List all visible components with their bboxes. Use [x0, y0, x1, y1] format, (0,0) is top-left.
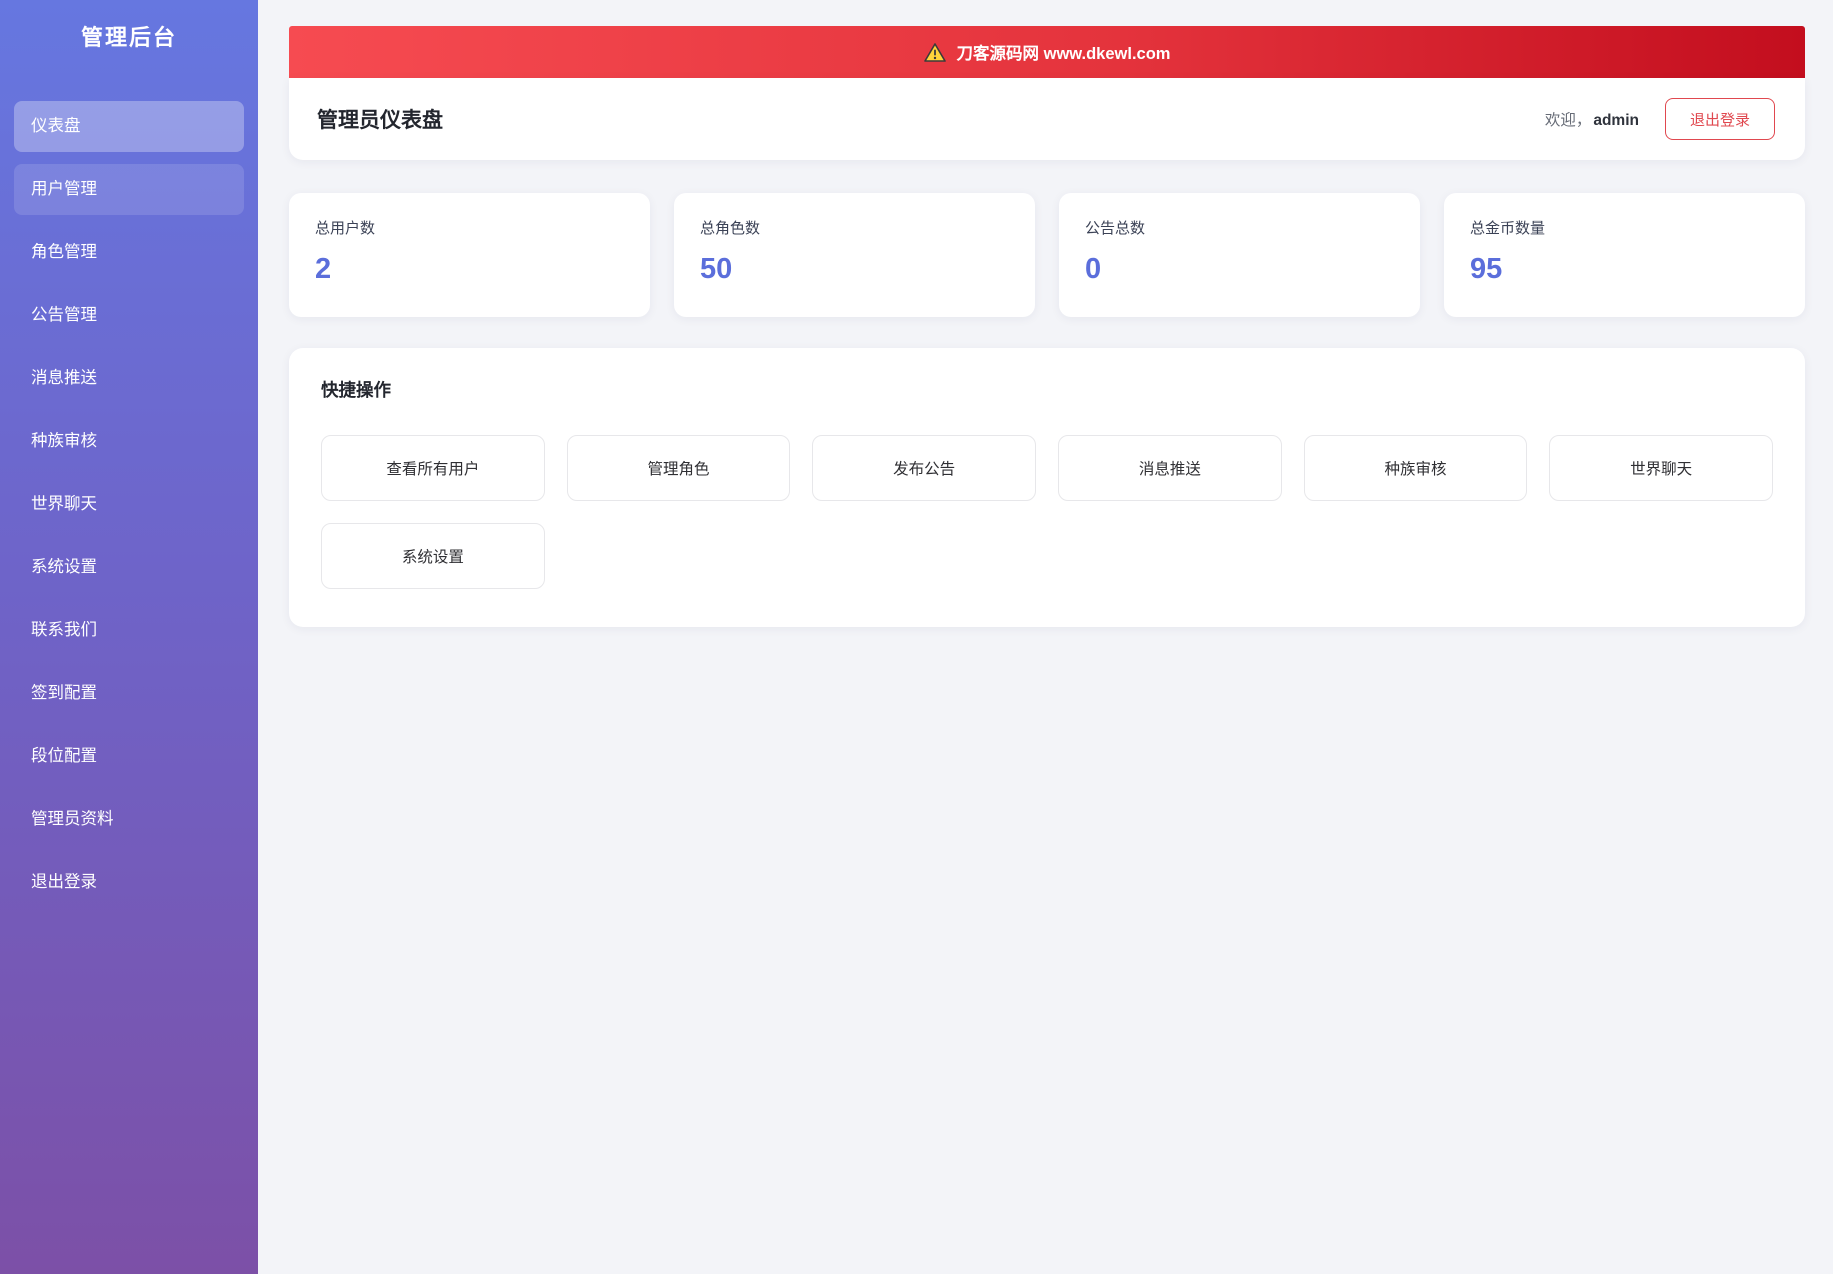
sidebar-item[interactable]: 世界聊天 — [14, 479, 244, 530]
stats-row: 总用户数 2 总角色数 50 公告总数 0 总金币数量 95 — [289, 193, 1805, 317]
username: admin — [1593, 112, 1639, 129]
sidebar-item[interactable]: 种族审核 — [14, 416, 244, 467]
sidebar-item[interactable]: 消息推送 — [14, 353, 244, 404]
sidebar-item[interactable]: 管理员资料 — [14, 794, 244, 845]
stat-card: 公告总数 0 — [1059, 193, 1420, 317]
stat-card: 总金币数量 95 — [1444, 193, 1805, 317]
sidebar-item[interactable]: 用户管理 — [14, 164, 244, 215]
stat-value: 95 — [1470, 253, 1503, 285]
notice-banner: 刀客源码网 www.dkewl.com — [289, 26, 1805, 78]
sidebar-item[interactable]: 角色管理 — [14, 227, 244, 278]
stat-card: 总用户数 2 — [289, 193, 650, 317]
sidebar-item[interactable]: 签到配置 — [14, 668, 244, 719]
stat-label: 总角色数 — [700, 220, 761, 237]
page-header: 管理员仪表盘 欢迎， admin 退出登录 — [289, 78, 1805, 160]
quick-action-button[interactable]: 种族审核 — [1303, 435, 1528, 501]
header-right: 欢迎， admin 退出登录 — [1545, 98, 1775, 140]
page-title: 管理员仪表盘 — [317, 109, 443, 132]
stat-label: 总金币数量 — [1470, 220, 1546, 237]
banner-text: 刀客源码网 www.dkewl.com — [956, 45, 1171, 63]
quick-action-button[interactable]: 消息推送 — [1058, 435, 1282, 501]
welcome-text: 欢迎， admin — [1545, 108, 1639, 130]
main-content: 刀客源码网 www.dkewl.com 管理员仪表盘 欢迎， admin 退出登录… — [258, 0, 1833, 1274]
quick-actions-title: 快捷操作 — [321, 380, 391, 400]
quick-action-button[interactable]: 发布公告 — [812, 435, 1036, 501]
quick-action-button[interactable]: 系统设置 — [321, 523, 545, 589]
stat-label: 总用户数 — [315, 220, 376, 237]
quick-action-button[interactable]: 世界聊天 — [1549, 435, 1773, 501]
sidebar-item[interactable]: 段位配置 — [14, 731, 244, 782]
stat-value: 0 — [1085, 253, 1102, 285]
stat-value: 2 — [315, 253, 332, 285]
sidebar-item[interactable]: 公告管理 — [14, 290, 244, 341]
stat-card: 总角色数 50 — [674, 193, 1035, 317]
warning-triangle-icon — [923, 42, 946, 62]
logout-button[interactable]: 退出登录 — [1664, 98, 1775, 140]
sidebar-item[interactable]: 仪表盘 — [14, 101, 244, 152]
quick-actions-grid: 查看所有用户 管理角色 发布公告 消息推送 种族审核 世界聊天系统设置 — [321, 435, 1773, 589]
sidebar-item[interactable]: 系统设置 — [14, 542, 244, 593]
quick-action-button[interactable]: 管理角色 — [566, 435, 791, 501]
sidebar-item[interactable]: 退出登录 — [14, 857, 244, 908]
stat-label: 公告总数 — [1085, 220, 1146, 237]
stat-value: 50 — [700, 253, 733, 285]
sidebar-item[interactable]: 联系我们 — [14, 605, 244, 656]
admin-app: 管理后台 仪表盘 用户管理 角色管理 公告管理 消息推送 种族审核 世界聊天 系统设置 联系我们… — [0, 0, 1833, 1274]
app-title: 管理后台 — [80, 25, 177, 50]
quick-action-button[interactable]: 查看所有用户 — [321, 435, 545, 501]
quick-actions-card: 快捷操作 查看所有用户 管理角色 发布公告 消息推送 种族审核 世界聊天系统设置 — [289, 348, 1805, 627]
sidebar-nav: 仪表盘用户管理角色管理公告管理消息推送种族审核世界聊天系统设置联系我们签到配置段… — [0, 101, 258, 908]
sidebar: 管理后台 仪表盘用户管理角色管理公告管理消息推送种族审核世界聊天系统设置联系我们… — [0, 0, 258, 1274]
welcome-prefix: 欢迎， — [1544, 112, 1592, 129]
